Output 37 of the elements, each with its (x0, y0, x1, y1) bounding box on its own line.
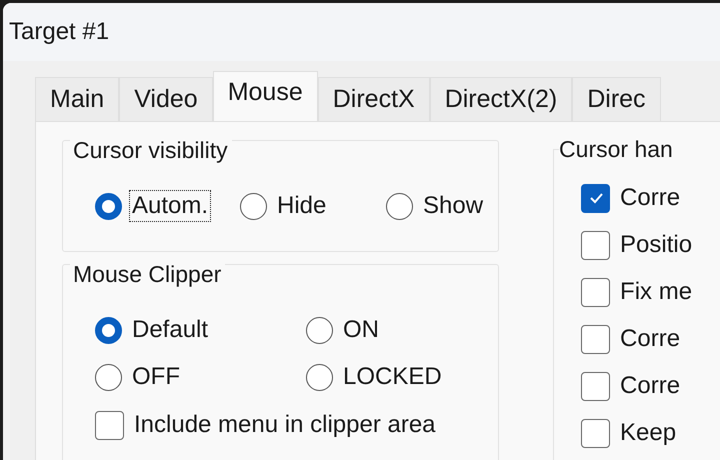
radio-button[interactable] (240, 192, 267, 220)
checkbox-label[interactable]: Corre (617, 370, 684, 402)
checkbox-label[interactable]: Positio (617, 229, 696, 261)
radio-button[interactable] (386, 192, 413, 220)
radio-button[interactable] (306, 316, 333, 344)
window-title: Target #1 (9, 18, 110, 46)
checkbox-label[interactable]: Corre (617, 323, 684, 355)
tab[interactable]: Main (35, 77, 120, 121)
tab[interactable]: Mouse (212, 71, 318, 121)
checkbox[interactable] (581, 184, 610, 212)
checkbox[interactable] (581, 230, 610, 260)
group-title: Cursor visibility (70, 137, 232, 164)
radio-label[interactable]: Show (420, 190, 486, 222)
checkbox-label[interactable]: Fix me (617, 276, 696, 308)
radio-button[interactable] (95, 364, 122, 390)
tab[interactable]: DirectX (318, 77, 430, 121)
checkbox[interactable] (581, 372, 610, 400)
tab[interactable]: Video (119, 77, 213, 121)
tab[interactable]: DirectX(2) (430, 77, 572, 121)
radio-label[interactable]: LOCKED (340, 361, 445, 393)
radio-label[interactable]: Autom. (129, 190, 212, 222)
checkbox[interactable] (95, 410, 124, 440)
radio-button[interactable] (95, 192, 122, 220)
radio-label[interactable]: ON (340, 314, 382, 346)
checkbox-label[interactable]: Corre (617, 182, 684, 214)
checkbox-label[interactable]: Include menu in clipper area (131, 409, 439, 441)
radio-button[interactable] (95, 316, 122, 344)
tab[interactable]: Direc (572, 77, 661, 121)
radio-label[interactable]: Hide (274, 190, 330, 222)
checkbox[interactable] (581, 324, 610, 354)
checkbox-label[interactable]: Keep (617, 417, 680, 449)
checkbox[interactable] (581, 418, 610, 448)
checkbox[interactable] (581, 278, 610, 306)
radio-label[interactable]: OFF (129, 361, 183, 393)
radio-button[interactable] (306, 364, 333, 390)
group-title: Mouse Clipper (70, 261, 226, 288)
radio-label[interactable]: Default (129, 314, 212, 346)
